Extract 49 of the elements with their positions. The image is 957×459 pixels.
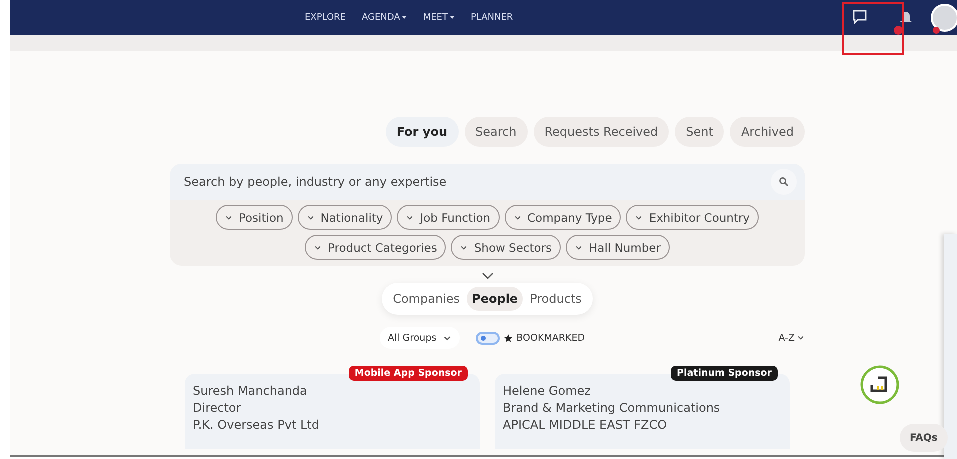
avatar[interactable] (931, 4, 957, 32)
person-role: Brand & Marketing Communications (503, 401, 722, 415)
filter-dropdown[interactable]: Product Categories (305, 235, 446, 260)
tab[interactable]: Requests Received (534, 117, 670, 147)
bookmarked-toggle[interactable] (476, 332, 500, 344)
person-name: Suresh Manchanda (193, 384, 308, 398)
chevron-down-icon (460, 244, 468, 252)
company-name: P.K. Overseas Pvt Ltd (193, 418, 320, 432)
person-name: Helene Gomez (503, 384, 592, 398)
filter-dropdown[interactable]: Show Sectors (451, 235, 562, 260)
sort-dropdown[interactable]: A-Z (772, 332, 811, 344)
search-icon (779, 177, 789, 187)
sponsor-badge: Mobile App Sponsor (348, 366, 468, 381)
chevron-down-icon[interactable] (482, 272, 494, 280)
filter-dropdown[interactable]: Job Function (397, 205, 500, 230)
filter-dropdown[interactable]: Company Type (504, 205, 622, 230)
sponsor-badge: Platinum Sponsor (671, 366, 778, 381)
chevron-down-icon (514, 214, 522, 222)
segment-tab[interactable]: Products (525, 287, 587, 311)
segment-tab[interactable]: Companies (388, 287, 466, 311)
filter-dropdown[interactable]: Nationality (298, 205, 392, 230)
chevron-down-icon (225, 214, 233, 222)
nav-link[interactable]: EXPLORE (305, 12, 346, 22)
chevron-down-icon (575, 244, 584, 252)
bell-icon[interactable] (898, 9, 914, 25)
person-role: Director (193, 401, 242, 415)
company-name: APICAL MIDDLE EAST FZCO (503, 418, 668, 432)
filter-dropdown[interactable]: Hall Number (566, 235, 670, 260)
group-select[interactable]: All Groups (380, 327, 460, 349)
nav-link[interactable]: AGENDA (362, 12, 408, 22)
nav-link[interactable]: MEET (423, 12, 455, 22)
tab[interactable]: Sent (675, 117, 724, 147)
chevron-down-icon (406, 214, 414, 222)
chevron-down-icon (635, 214, 644, 222)
chevron-down-icon (306, 214, 315, 222)
star-icon (504, 334, 513, 342)
filter-dropdown[interactable]: Position (216, 205, 293, 230)
search-button[interactable] (771, 169, 797, 195)
tab[interactable]: Search (464, 117, 528, 147)
bookmarked-label: BOOKMARKED (516, 332, 586, 344)
segment-tab[interactable]: People (467, 287, 524, 311)
tab[interactable]: For you (386, 117, 458, 147)
chat-icon[interactable] (852, 9, 868, 25)
chevron-down-icon (797, 334, 805, 342)
nav-link[interactable]: PLANNER (470, 12, 514, 22)
filter-dropdown[interactable]: Exhibitor Country (626, 205, 759, 230)
chevron-down-icon (314, 244, 322, 252)
tab[interactable]: Archived (730, 117, 805, 147)
chatbot-icon[interactable] (860, 365, 900, 405)
